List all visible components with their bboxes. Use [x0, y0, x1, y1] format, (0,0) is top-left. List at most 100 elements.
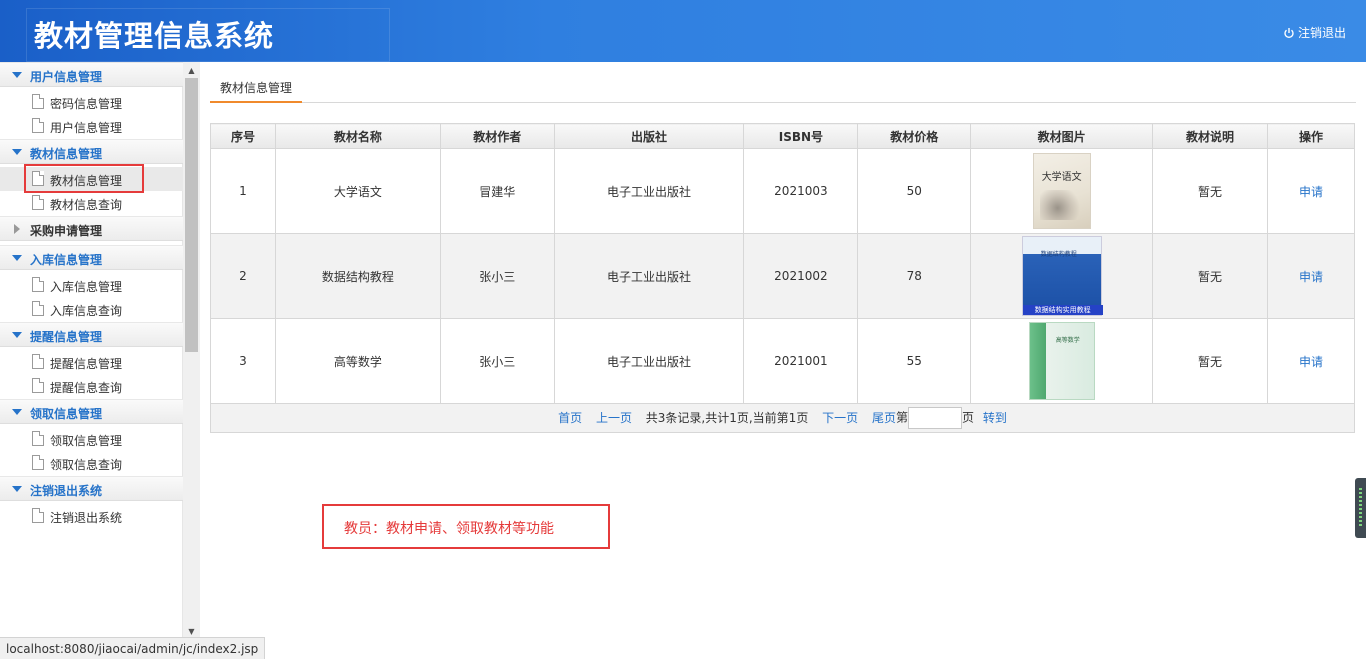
sidebar-item-stockin-query[interactable]: 入库信息查询: [0, 297, 183, 321]
cell-publisher: 电子工业出版社: [553, 233, 745, 319]
cell-no: 2: [210, 233, 276, 319]
sidebar-item-label: 注销退出系统: [50, 511, 123, 525]
pager-go-link[interactable]: 转到: [983, 411, 1007, 425]
sidebar-item-receive-manage[interactable]: 领取信息管理: [0, 427, 183, 451]
sidebar-group-label: 教材信息管理: [30, 147, 103, 161]
column-header: ISBN号: [743, 123, 859, 149]
sidebar-item-label: 入库信息查询: [50, 304, 123, 318]
scrollbar-thumb[interactable]: [185, 78, 198, 352]
cell-cover: 高等数学: [970, 318, 1154, 404]
sidebar-item-logout[interactable]: 注销退出系统: [0, 504, 183, 528]
table-row: 2 数据结构教程 张小三 电子工业出版社 2021002 78 数据结构教程 数…: [210, 233, 1355, 319]
sidebar-group-purchase[interactable]: 采购申请管理: [0, 216, 183, 241]
page-number-input[interactable]: [908, 407, 963, 429]
caret-down-icon: [12, 332, 22, 338]
sidebar-group-label: 采购申请管理: [30, 224, 103, 238]
pager-summary: 共3条记录,共计1页,当前第1页: [645, 410, 809, 425]
sidebar-item-label: 入库信息管理: [50, 280, 123, 294]
column-header: 出版社: [553, 123, 745, 149]
cell-no: 1: [210, 148, 276, 234]
tab-bar: 教材信息管理: [210, 72, 1356, 103]
document-icon: [32, 508, 44, 523]
column-header: 教材图片: [970, 123, 1154, 149]
column-header: 操作: [1267, 123, 1355, 149]
sidebar-group-user[interactable]: 用户信息管理: [0, 62, 183, 87]
cell-publisher: 电子工业出版社: [553, 148, 745, 234]
sidebar-item-receive-query[interactable]: 领取信息查询: [0, 451, 183, 475]
table-row: 1 大学语文 冒建华 电子工业出版社 2021003 50 大学语文 暂无 申请: [210, 148, 1355, 234]
logout-button[interactable]: 注销退出: [1283, 24, 1346, 41]
sidebar: 用户信息管理 密码信息管理 用户信息管理 教材信息管理 教材信息管理 教材信息查…: [0, 62, 200, 637]
power-icon: [1284, 27, 1294, 38]
main-content: 教材信息管理 序号 教材名称 教材作者 出版社 ISBN号 教材价格 教材图片 …: [200, 62, 1366, 637]
document-icon: [32, 277, 44, 292]
sidebar-group-textbook[interactable]: 教材信息管理: [0, 139, 183, 164]
cell-note: 暂无: [1152, 148, 1268, 234]
sidebar-item-label: 提醒信息管理: [50, 357, 123, 371]
pager-page-prefix: 第: [896, 410, 909, 425]
cover-title: 数据结构教程: [1040, 251, 1077, 258]
side-float-widget[interactable]: [1355, 478, 1366, 538]
cell-price: 55: [857, 318, 972, 404]
sidebar-item-user[interactable]: 用户信息管理: [0, 114, 183, 138]
sidebar-item-stockin-manage[interactable]: 入库信息管理: [0, 273, 183, 297]
document-icon: [32, 378, 44, 393]
document-icon: [32, 455, 44, 470]
sidebar-group-logout[interactable]: 注销退出系统: [0, 476, 183, 501]
sidebar-group-receive[interactable]: 领取信息管理: [0, 399, 183, 424]
cell-cover: 数据结构教程 数据结构实用教程: [970, 233, 1154, 319]
table-row: 3 高等数学 张小三 电子工业出版社 2021001 55 高等数学 暂无 申请: [210, 318, 1355, 404]
column-header: 序号: [210, 123, 276, 149]
sidebar-menu: 用户信息管理 密码信息管理 用户信息管理 教材信息管理 教材信息管理 教材信息查…: [0, 62, 183, 637]
cell-action: 申请: [1267, 148, 1355, 234]
highlight-annotation-box: [24, 164, 144, 193]
sidebar-item-reminder-query[interactable]: 提醒信息查询: [0, 374, 183, 398]
pager-page-suffix: 页: [962, 410, 975, 425]
sidebar-item-label: 教材信息查询: [50, 198, 123, 212]
column-header: 教材说明: [1152, 123, 1268, 149]
cell-price: 78: [857, 233, 972, 319]
apply-link[interactable]: 申请: [1299, 270, 1323, 284]
cell-isbn: 2021003: [743, 148, 859, 234]
cell-publisher: 电子工业出版社: [553, 318, 745, 404]
sidebar-group-stockin[interactable]: 入库信息管理: [0, 245, 183, 270]
cover-title: 高等数学: [1055, 337, 1080, 344]
document-icon: [32, 94, 44, 109]
sidebar-item-password[interactable]: 密码信息管理: [0, 90, 183, 114]
sidebar-item-label: 提醒信息查询: [50, 381, 123, 395]
sidebar-group-label: 领取信息管理: [30, 407, 103, 421]
pager-last-link[interactable]: 尾页: [872, 411, 896, 425]
caret-down-icon: [12, 72, 22, 78]
document-icon: [32, 431, 44, 446]
column-header: 教材名称: [274, 123, 441, 149]
tab-textbook-manage[interactable]: 教材信息管理: [210, 72, 303, 103]
annotation-note-box: 教员：教材申请、领取教材等功能: [322, 504, 610, 549]
annotation-text: 教员：教材申请、领取教材等功能: [344, 521, 554, 537]
cell-name: 大学语文: [274, 148, 441, 234]
cell-note: 暂无: [1152, 233, 1268, 319]
cell-action: 申请: [1267, 233, 1355, 319]
cell-author: 冒建华: [439, 148, 555, 234]
scroll-up-arrow-icon[interactable]: ▲: [183, 64, 200, 78]
sidebar-group-label: 注销退出系统: [30, 484, 103, 498]
logout-label: 注销退出: [1297, 26, 1346, 40]
pager-first-link[interactable]: 首页: [558, 411, 582, 425]
pager-next-link[interactable]: 下一页: [822, 411, 858, 425]
caret-down-icon: [12, 149, 22, 155]
sidebar-item-reminder-manage[interactable]: 提醒信息管理: [0, 350, 183, 374]
sidebar-group-label: 用户信息管理: [30, 70, 103, 84]
column-header: 教材价格: [857, 123, 972, 149]
sidebar-group-reminder[interactable]: 提醒信息管理: [0, 322, 183, 347]
sidebar-item-textbook-query[interactable]: 教材信息查询: [0, 191, 183, 215]
pager-row: 首页 上一页 共3条记录,共计1页,当前第1页 下一页 尾页第 页 转到: [210, 403, 1355, 433]
cell-isbn: 2021001: [743, 318, 859, 404]
sidebar-item-label: 领取信息管理: [50, 434, 123, 448]
caret-right-icon: [14, 224, 20, 234]
cell-action: 申请: [1267, 318, 1355, 404]
apply-link[interactable]: 申请: [1299, 355, 1323, 369]
document-icon: [32, 301, 44, 316]
pager-prev-link[interactable]: 上一页: [596, 411, 632, 425]
apply-link[interactable]: 申请: [1299, 185, 1323, 199]
document-icon: [32, 195, 44, 210]
cell-cover: 大学语文: [970, 148, 1154, 234]
